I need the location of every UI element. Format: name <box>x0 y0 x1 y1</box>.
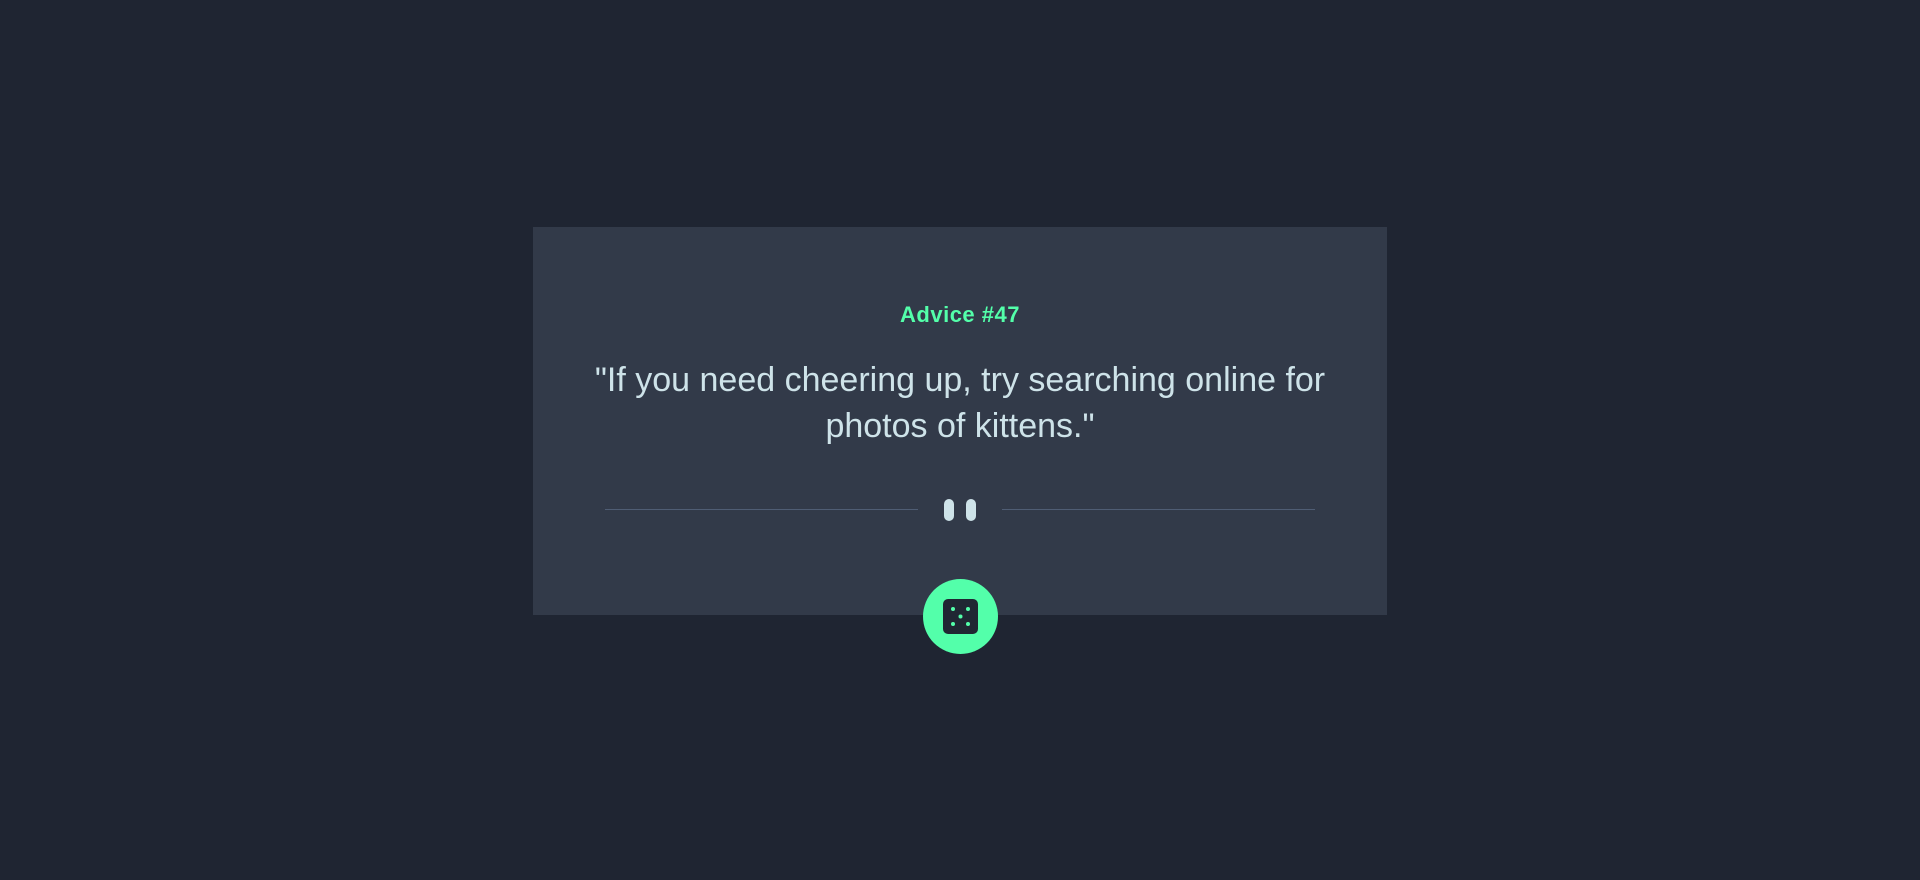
dice-icon <box>943 599 978 634</box>
advice-quote: "If you need cheering up, try searching … <box>594 361 1326 445</box>
divider <box>605 495 1315 525</box>
pause-icon <box>943 499 977 521</box>
divider-line-left <box>605 509 918 510</box>
divider-line-right <box>1002 509 1315 510</box>
new-advice-button[interactable] <box>923 579 998 654</box>
page: Advice #47 "If you need cheering up, try… <box>0 0 1920 880</box>
advice-number: Advice #47 <box>900 302 1020 327</box>
advice-card: Advice #47 "If you need cheering up, try… <box>533 227 1387 615</box>
